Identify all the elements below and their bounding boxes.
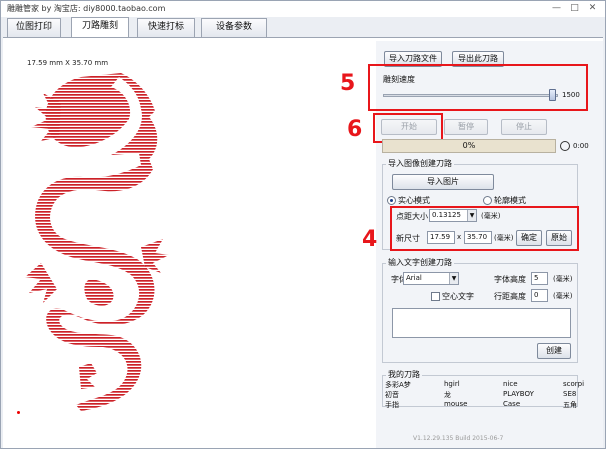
tab-bitmap-print[interactable]: 位图打印 [7,18,61,37]
hollow-text-checkbox[interactable] [431,292,440,301]
tab-device-params[interactable]: 设备参数 [201,18,267,37]
speed-value: 1500 [562,91,580,99]
width-input[interactable]: 17.59 [427,231,455,244]
dimension-label: 17.59 mm X 35.70 mm [27,59,109,67]
saved-path-item[interactable]: 多彩A梦 [385,380,411,390]
hollow-text-label: 空心文字 [442,292,474,301]
origin-dot [17,411,20,414]
close-button[interactable]: ✕ [585,2,600,15]
new-size-label: 新尺寸 [396,234,420,243]
speed-label: 雕刻速度 [383,75,415,84]
tab-path-engrave[interactable]: 刀路雕刻 [71,17,129,37]
annotation-number-4: 4 [362,227,378,252]
outline-mode-label: 轮廓模式 [494,196,526,205]
original-size-button[interactable]: 原始 [546,230,572,246]
saved-path-item[interactable]: scorpi [563,380,584,388]
line-height-unit: (毫米) [553,292,573,300]
size-unit: (毫米) [494,234,514,242]
font-height-label: 字体高度 [494,275,526,284]
my-paths-group-title: 我的刀路 [386,369,422,380]
text-input-area[interactable] [392,308,571,338]
text-path-group-title: 输入文字创建刀路 [386,257,454,268]
font-height-input[interactable]: 5 [531,272,548,285]
saved-path-item[interactable]: 手指 [385,400,399,410]
height-input[interactable]: 35.70 [464,231,492,244]
start-button[interactable]: 开始 [381,119,437,135]
speed-slider-track[interactable] [383,94,558,97]
elapsed-time: 0:00 [573,142,589,150]
minimize-button[interactable]: — [549,2,564,15]
version-label: V1.12.29.135 Build 2015-06-7 [413,435,504,442]
saved-path-item[interactable]: nice [503,380,518,388]
annotation-number-5: 5 [340,71,356,96]
dragon-image [25,73,169,411]
progress-bar: 0% [382,139,556,153]
title-bar: 雕雕管家 by 淘宝店: diy8000.taobao.com — □ ✕ [1,1,605,17]
saved-path-item[interactable]: 初音 [385,390,399,400]
line-height-input[interactable]: 0 [531,289,548,302]
annotation-box-5 [368,64,588,111]
image-path-group-title: 导入图像创建刀路 [386,158,454,169]
speed-slider-thumb[interactable] [548,89,556,101]
saved-path-item[interactable]: 龙 [444,390,451,400]
dot-size-label: 点距大小 [396,212,428,221]
saved-path-item[interactable]: hgirl [444,380,460,388]
outline-mode-radio[interactable] [483,196,492,205]
line-height-label: 行距高度 [494,292,526,301]
import-image-button[interactable]: 导入图片 [392,174,494,190]
app-window: 雕雕管家 by 淘宝店: diy8000.taobao.com — □ ✕ 位图… [0,0,606,449]
progress-text: 0% [462,141,476,150]
saved-path-item[interactable]: SE8 [563,390,576,398]
create-button[interactable]: 创建 [537,343,571,359]
saved-path-item[interactable]: mouse [444,400,468,408]
saved-path-item[interactable]: 五角 [563,400,577,410]
solid-mode-label: 实心模式 [398,196,430,205]
solid-mode-radio[interactable] [387,196,396,205]
size-separator: x [457,233,462,241]
annotation-number-6: 6 [347,117,363,142]
chevron-down-icon[interactable]: ▼ [449,273,458,284]
tab-bar: 位图打印 刀路雕刻 快速打标 设备参数 [3,17,603,37]
chevron-down-icon[interactable]: ▼ [467,210,476,221]
dot-size-unit: (毫米) [481,212,501,220]
clock-icon [560,141,570,151]
font-height-unit: (毫米) [553,275,573,283]
window-title: 雕雕管家 by 淘宝店: diy8000.taobao.com [7,4,166,13]
tab-quick-mark[interactable]: 快速打标 [137,18,195,37]
pause-button[interactable]: 暂停 [444,119,488,135]
stop-button[interactable]: 停止 [501,119,547,135]
maximize-button[interactable]: □ [567,2,582,15]
saved-path-item[interactable]: Case [503,400,520,408]
saved-path-item[interactable]: PLAYBOY [503,390,534,398]
confirm-size-button[interactable]: 确定 [516,230,542,246]
